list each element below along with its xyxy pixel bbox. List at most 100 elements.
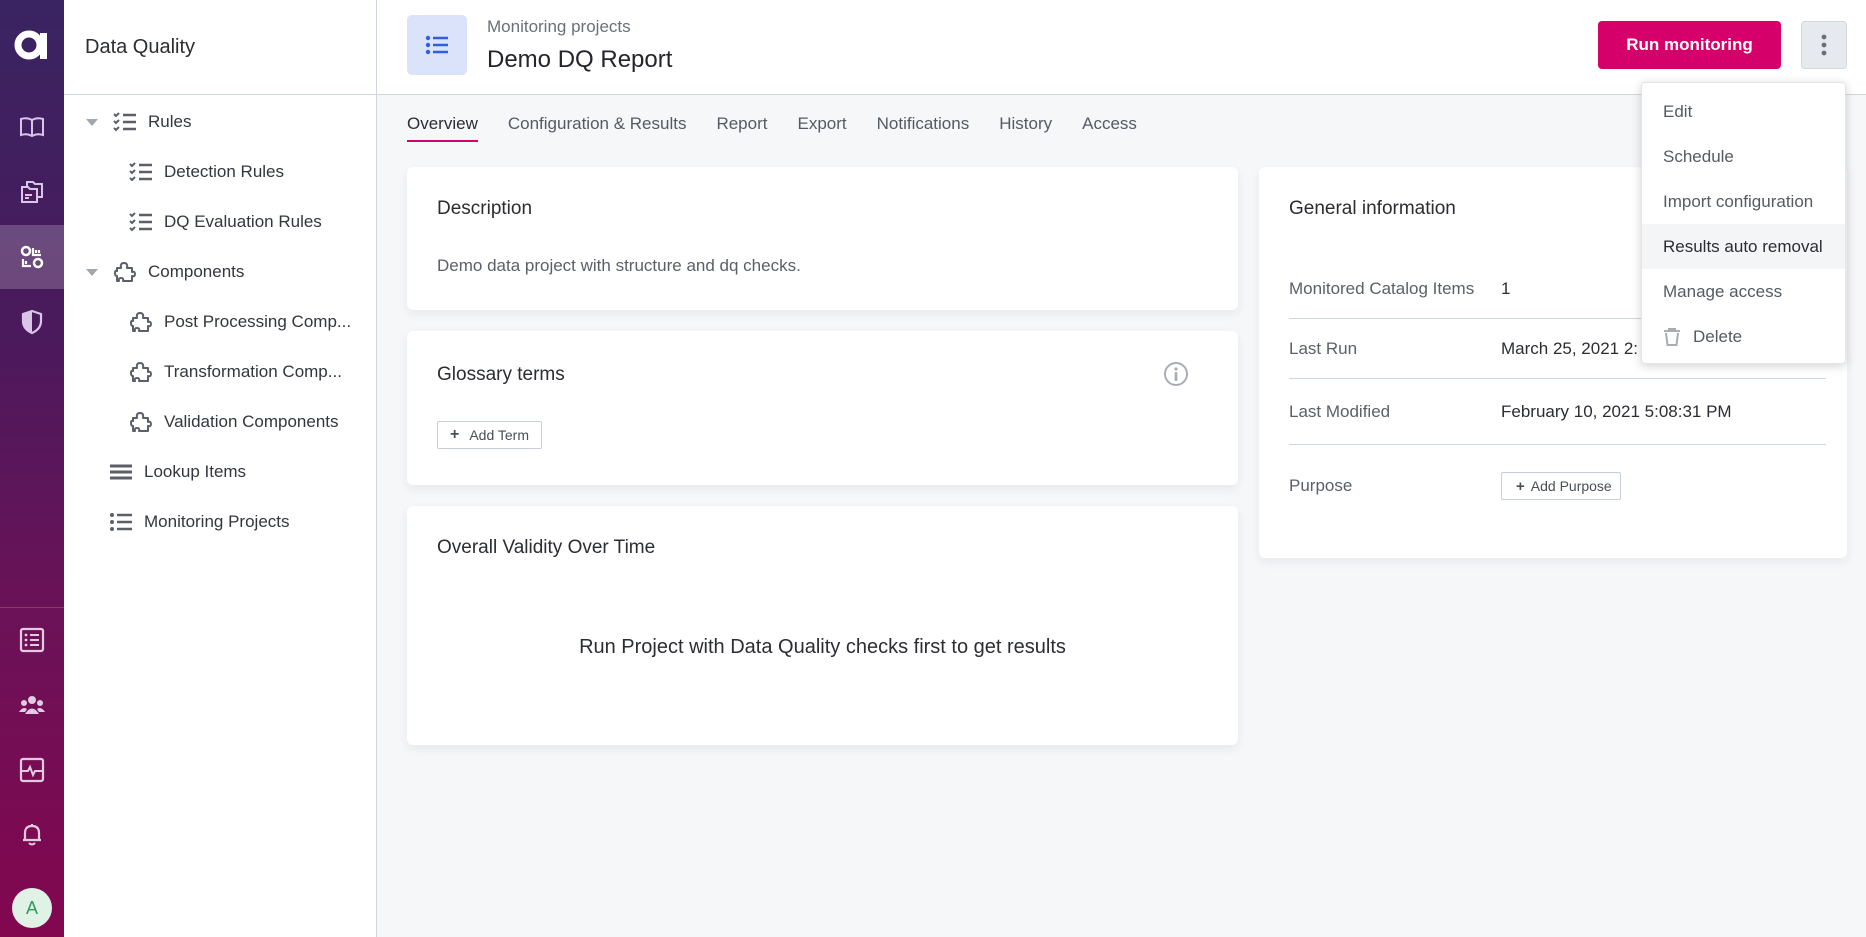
menu-item-delete[interactable]: Delete	[1642, 314, 1845, 359]
validity-card: Overall Validity Over Time Run Project w…	[407, 506, 1238, 745]
app-logo[interactable]	[0, 18, 64, 72]
tab-export[interactable]: Export	[797, 114, 846, 142]
breadcrumb[interactable]: Monitoring projects	[487, 17, 631, 37]
info-value: March 25, 2021 2:	[1501, 338, 1639, 358]
validity-empty-message: Run Project with Data Quality checks fir…	[579, 636, 1066, 658]
rail-item-documents[interactable]	[0, 160, 64, 224]
shield-icon	[21, 309, 43, 335]
plus-icon: +	[1516, 477, 1525, 495]
lines-icon	[108, 460, 134, 484]
sidebar-item-label: Validation Components	[164, 412, 339, 431]
info-icon[interactable]	[1163, 361, 1189, 387]
users-icon	[19, 696, 45, 714]
caret-down-icon[interactable]	[86, 268, 98, 276]
menu-item-results-auto-removal[interactable]: Results auto removal	[1642, 224, 1845, 269]
rail-item-monitoring[interactable]	[0, 738, 64, 802]
puzzle-icon	[112, 260, 138, 284]
more-actions-button[interactable]	[1801, 21, 1847, 69]
tab-overview[interactable]: Overview	[407, 114, 478, 142]
add-term-button[interactable]: + Add Term	[437, 421, 543, 449]
puzzle-icon	[128, 360, 154, 384]
sidebar-item-label: DQ Evaluation Rules	[164, 212, 322, 231]
plus-icon: +	[450, 426, 460, 443]
rail-item-security[interactable]	[0, 290, 64, 354]
checklist-icon	[128, 210, 154, 234]
checklist-icon	[128, 160, 154, 184]
sidebar-item-label: Rules	[148, 112, 192, 131]
bell-icon	[23, 824, 41, 846]
checklist-icon	[112, 110, 138, 134]
glossary-card: Glossary terms + Add Term	[407, 331, 1238, 485]
menu-item-label: Delete	[1693, 326, 1743, 346]
info-label: Last Run	[1289, 338, 1358, 358]
puzzle-icon	[128, 410, 154, 434]
validity-title: Overall Validity Over Time	[437, 537, 656, 558]
logo-icon	[14, 30, 47, 60]
general-information-title: General information	[1289, 198, 1456, 219]
menu-item-import-configuration[interactable]: Import configuration	[1642, 179, 1845, 224]
run-monitoring-button[interactable]: Run monitoring	[1598, 21, 1781, 69]
sidebar-item-transformation-components[interactable]: Transformation Comp...	[128, 352, 342, 392]
kebab-icon	[1821, 34, 1827, 56]
data-quality-icon	[20, 245, 44, 269]
menu-item-schedule[interactable]: Schedule	[1642, 134, 1845, 179]
info-row-purpose: Purpose + Add Purpose	[1289, 450, 1826, 522]
tab-notifications[interactable]: Notifications	[877, 114, 970, 142]
list-box-icon	[19, 627, 45, 653]
page-title: Demo DQ Report	[487, 46, 673, 73]
activity-monitor-icon	[19, 757, 45, 783]
project-type-badge	[407, 15, 467, 75]
sidebar-item-label: Lookup Items	[144, 462, 247, 481]
rail-item-reports[interactable]	[0, 608, 64, 672]
sidebar-item-post-processing-components[interactable]: Post Processing Comp...	[128, 302, 351, 342]
info-row-last-modified: Last Modified February 10, 2021 5:08:31 …	[1289, 379, 1826, 445]
menu-item-manage-access[interactable]: Manage access	[1642, 269, 1845, 314]
info-label: Last Modified	[1289, 401, 1391, 421]
rail-item-users[interactable]	[0, 673, 64, 737]
menu-item-edit[interactable]: Edit	[1642, 89, 1845, 134]
tab-report[interactable]: Report	[716, 114, 767, 142]
tab-bar: Overview Configuration & Results Report …	[407, 114, 1137, 142]
rail-item-notifications[interactable]	[0, 803, 64, 867]
info-value: 1	[1501, 278, 1511, 298]
sidebar-item-lookup-items[interactable]: Lookup Items	[108, 452, 246, 492]
sidebar-title: Data Quality	[64, 0, 376, 95]
info-label: Purpose	[1289, 476, 1353, 495]
sidebar: Data Quality Rules Detection Rules DQ Ev…	[64, 0, 377, 937]
sidebar-item-detection-rules[interactable]: Detection Rules	[128, 152, 284, 192]
info-label: Monitored Catalog Items	[1289, 278, 1475, 298]
app-rail: A	[0, 0, 64, 937]
tab-history[interactable]: History	[999, 114, 1052, 142]
page-header: Monitoring projects Demo DQ Report Run m…	[377, 0, 1866, 95]
rail-item-data-quality[interactable]	[0, 225, 64, 289]
sidebar-item-label: Transformation Comp...	[164, 362, 342, 381]
puzzle-icon	[128, 310, 154, 334]
rail-item-catalog[interactable]	[0, 95, 64, 159]
user-avatar[interactable]: A	[12, 888, 52, 928]
sidebar-item-monitoring-projects[interactable]: Monitoring Projects	[108, 502, 290, 542]
book-icon	[20, 117, 44, 138]
tab-configuration-results[interactable]: Configuration & Results	[508, 114, 687, 142]
add-term-label: Add Term	[469, 427, 530, 443]
add-purpose-button[interactable]: + Add Purpose	[1501, 472, 1621, 500]
sidebar-item-label: Components	[148, 262, 245, 281]
description-title: Description	[437, 198, 533, 219]
sidebar-item-components[interactable]: Components	[86, 252, 244, 292]
folders-icon	[21, 181, 43, 203]
sidebar-item-label: Post Processing Comp...	[164, 312, 352, 331]
sidebar-item-dq-evaluation-rules[interactable]: DQ Evaluation Rules	[128, 202, 322, 242]
trash-icon	[1664, 327, 1680, 346]
add-purpose-label: Add Purpose	[1530, 478, 1612, 494]
sidebar-item-validation-components[interactable]: Validation Components	[128, 402, 339, 442]
more-actions-menu: Edit Schedule Import configuration Resul…	[1641, 82, 1846, 364]
bullet-list-icon	[108, 510, 134, 534]
bullet-list-icon	[425, 35, 448, 55]
glossary-title: Glossary terms	[437, 364, 565, 385]
description-card: Description Demo data project with struc…	[407, 167, 1238, 310]
tab-access[interactable]: Access	[1082, 114, 1137, 142]
info-value: February 10, 2021 5:08:31 PM	[1501, 401, 1732, 421]
caret-down-icon[interactable]	[86, 118, 98, 126]
description-text[interactable]: Demo data project with structure and dq …	[437, 256, 801, 276]
sidebar-item-label: Detection Rules	[164, 162, 285, 181]
sidebar-item-rules[interactable]: Rules	[86, 102, 191, 142]
